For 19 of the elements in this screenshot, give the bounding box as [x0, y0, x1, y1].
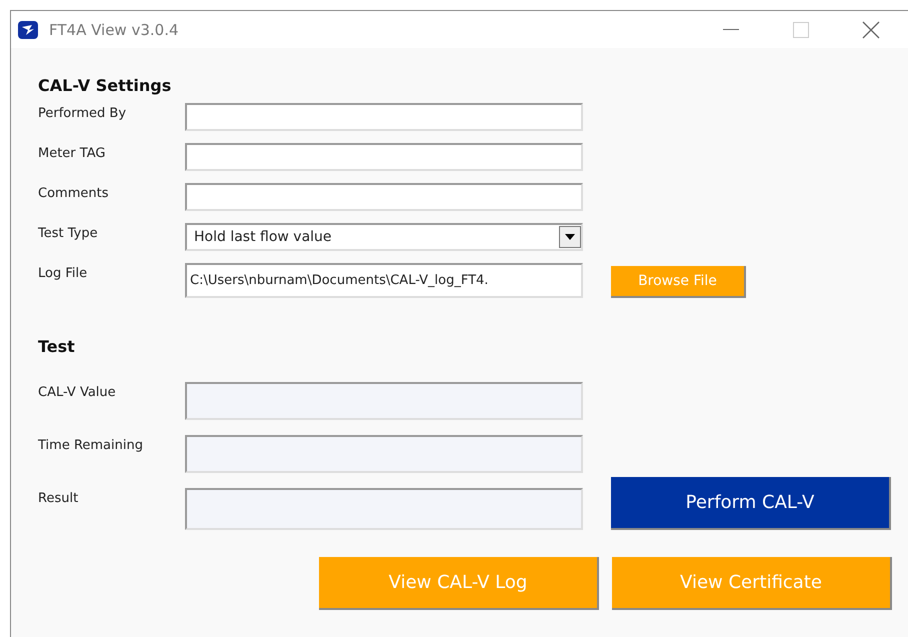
- window-title: FT4A View v3.0.4: [49, 20, 180, 38]
- section-heading: CAL-V Settings: [38, 74, 172, 96]
- field-label: Performed By: [38, 105, 128, 121]
- field-label: Comments: [38, 185, 110, 201]
- input-field[interactable]: C:\Users\nburnam\Documents\CAL-V_log_FT4.: [185, 263, 583, 298]
- app-logo-icon: [17, 20, 39, 40]
- field-label: Time Remaining: [38, 437, 144, 453]
- section-heading: Test: [38, 336, 76, 358]
- field-label: Test Type: [38, 225, 99, 241]
- input-field[interactable]: [185, 183, 583, 211]
- input-field[interactable]: [185, 143, 583, 171]
- field-label: Meter TAG: [38, 145, 106, 161]
- close-icon[interactable]: [862, 20, 880, 38]
- field-label: Result: [38, 490, 80, 506]
- field-label: CAL-V Value: [38, 384, 117, 400]
- dropdown[interactable]: Hold last flow value: [185, 223, 583, 251]
- field-label: Log File: [38, 265, 88, 281]
- input-field[interactable]: [185, 103, 583, 131]
- maximize-icon[interactable]: [793, 22, 809, 38]
